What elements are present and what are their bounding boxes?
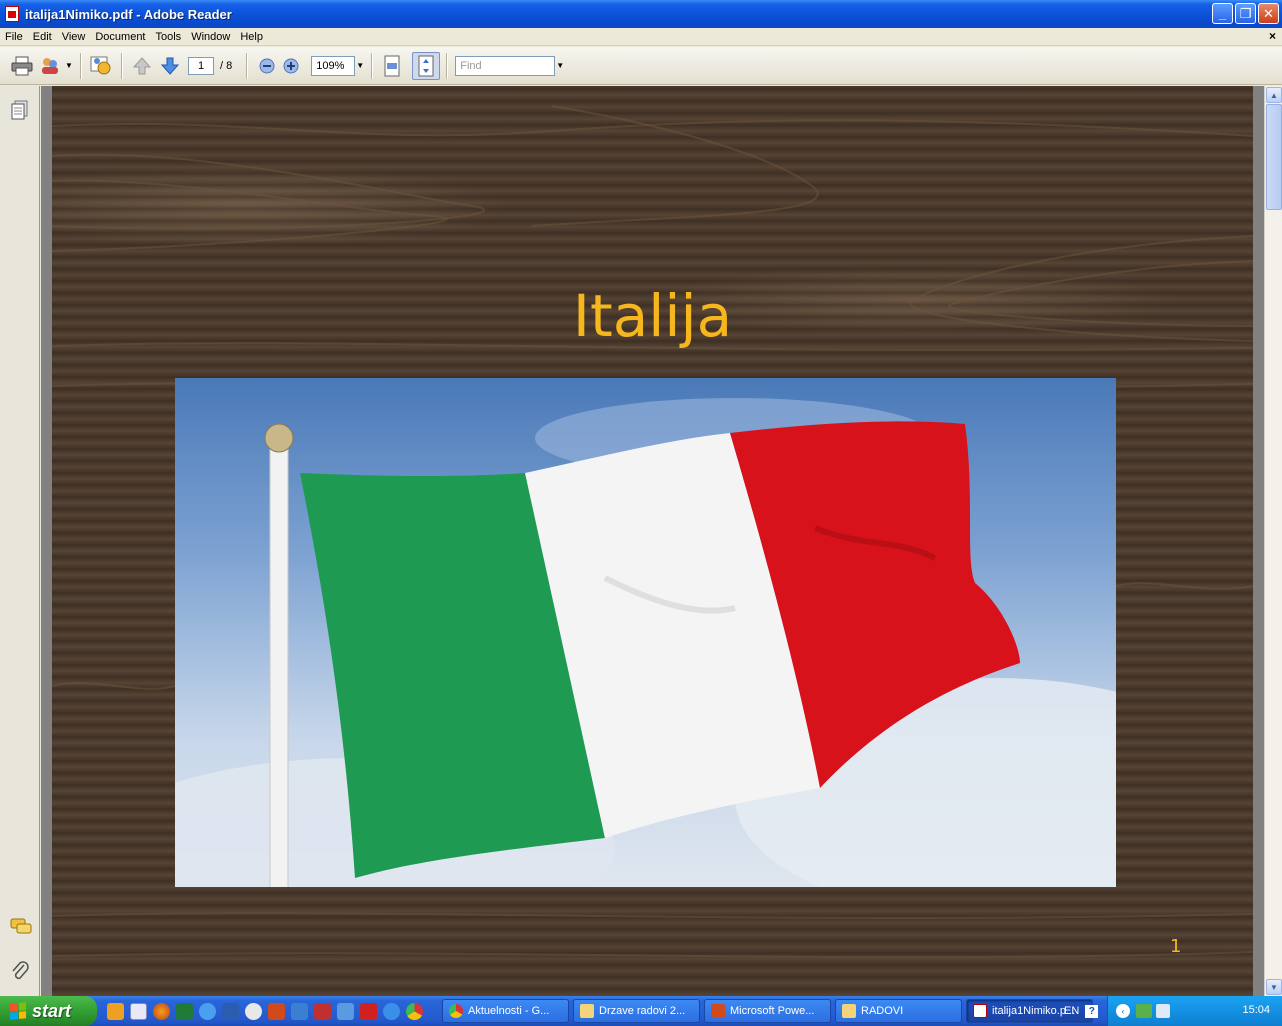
italian-flag-photo [175, 378, 1116, 887]
acrobat-icon[interactable] [360, 1002, 377, 1020]
system-tray: EN ? ‹ 15:04 [1064, 996, 1282, 1026]
fit-width-icon[interactable] [378, 52, 406, 80]
scroll-thumb[interactable] [1266, 104, 1282, 210]
document-view[interactable]: Italija 1 [41, 86, 1264, 996]
internet-explorer-icon[interactable] [383, 1002, 400, 1020]
chevron-down-icon[interactable]: ▼ [355, 56, 365, 76]
toolbar: ▼ 1 / 8 109% ▼ Find ▼ [0, 47, 1282, 85]
navigation-pane [0, 86, 40, 996]
chrome-icon[interactable] [406, 1002, 423, 1020]
fit-page-icon[interactable] [412, 51, 441, 80]
folder-icon [842, 1004, 856, 1018]
toolbar-separator [371, 52, 373, 79]
calculator-icon[interactable] [314, 1002, 331, 1020]
network-icon[interactable] [1136, 1004, 1152, 1018]
pages-icon[interactable] [10, 100, 30, 120]
taskbar-item-label: Aktuelnosti - G... [468, 1005, 550, 1017]
page-number-input[interactable]: 1 [188, 56, 214, 75]
window-controls: _ ❐ ✕ [1212, 3, 1279, 24]
toolbar-separator [446, 52, 448, 79]
menu-view[interactable]: View [57, 31, 91, 43]
language-label: EN [1064, 1005, 1080, 1017]
messenger-icon[interactable] [107, 1002, 124, 1020]
taskbar-item-label: Microsoft Powe... [730, 1005, 815, 1017]
attachments-icon[interactable] [10, 960, 30, 980]
word-icon[interactable] [222, 1002, 239, 1020]
folder-icon [580, 1004, 594, 1018]
media-player-icon[interactable] [245, 1002, 262, 1020]
vertical-scrollbar[interactable]: ▲ ▼ [1264, 86, 1282, 996]
collaborate-icon[interactable] [36, 52, 64, 80]
menu-bar: File Edit View Document Tools Window Hel… [0, 28, 1282, 46]
pdf-page: Italija 1 [52, 86, 1253, 996]
outlook-icon[interactable] [130, 1002, 147, 1020]
taskbar-item-chrome[interactable]: Aktuelnosti - G... [442, 999, 569, 1023]
toolbar-separator [121, 52, 122, 79]
menu-tools[interactable]: Tools [151, 31, 187, 43]
chevron-down-icon[interactable]: ▼ [64, 56, 74, 76]
scroll-down-icon[interactable]: ▼ [1266, 979, 1282, 995]
firefox-icon[interactable] [153, 1002, 170, 1020]
chrome-icon [449, 1004, 463, 1018]
toolbar-separator [246, 52, 248, 79]
menu-help[interactable]: Help [235, 31, 268, 43]
help-icon[interactable]: ? [1085, 1004, 1099, 1018]
taskbar-item-label: RADOVI [861, 1005, 904, 1017]
restore-button[interactable]: ❐ [1235, 3, 1256, 24]
menu-window[interactable]: Window [186, 31, 235, 43]
print-icon[interactable] [8, 52, 36, 80]
taskbar-item-folder[interactable]: Drzave radovi 2... [573, 999, 700, 1023]
volume-icon[interactable] [1156, 1004, 1170, 1018]
windows-taskbar: start Aktuelnosti - G... Drzave radovi 2… [0, 996, 1282, 1026]
chevron-down-icon[interactable]: ▼ [555, 56, 565, 76]
windows-logo-icon [10, 1002, 26, 1020]
powerpoint-icon [711, 1004, 725, 1018]
zoom-in-icon[interactable] [277, 52, 305, 80]
page-total: / 8 [220, 59, 233, 72]
taskbar-item-label: Drzave radovi 2... [599, 1005, 686, 1017]
slide-number: 1 [1170, 936, 1182, 957]
menu-edit[interactable]: Edit [28, 31, 57, 43]
menu-file[interactable]: File [0, 31, 28, 43]
excel-icon[interactable] [176, 1002, 193, 1020]
secure-icon[interactable] [87, 52, 115, 80]
adobe-reader-icon [5, 6, 19, 22]
start-button[interactable]: start [0, 996, 97, 1026]
publisher-icon[interactable] [291, 1002, 308, 1020]
language-indicator[interactable]: EN ? [1056, 996, 1108, 1026]
slide-title: Italija [572, 282, 733, 350]
tray-arrow-icon[interactable]: ‹ [1116, 1004, 1130, 1018]
close-button[interactable]: ✕ [1258, 3, 1279, 24]
paint-icon[interactable] [337, 1002, 354, 1020]
powerpoint-icon[interactable] [268, 1002, 285, 1020]
menu-document[interactable]: Document [90, 31, 150, 43]
taskbar-item-radovi[interactable]: RADOVI [835, 999, 962, 1023]
document-close-button[interactable]: × [1269, 29, 1276, 43]
find-input[interactable]: Find [455, 55, 556, 76]
zoom-level-select[interactable]: 109% [311, 55, 356, 76]
window-title: italija1Nimiko.pdf - Adobe Reader [25, 6, 232, 22]
title-bar[interactable]: italija1Nimiko.pdf - Adobe Reader _ ❐ ✕ [0, 0, 1282, 28]
scroll-up-icon[interactable]: ▲ [1266, 87, 1282, 103]
next-page-icon[interactable] [156, 52, 184, 80]
start-label: start [32, 1000, 72, 1021]
toolbar-separator [80, 52, 81, 79]
taskbar-item-powerpoint[interactable]: Microsoft Powe... [704, 999, 831, 1023]
italian-flag-image [175, 398, 1116, 887]
pdf-icon [973, 1004, 987, 1018]
minimize-button[interactable]: _ [1212, 3, 1233, 24]
internet-explorer-icon[interactable] [199, 1002, 216, 1020]
quick-launch [97, 1002, 442, 1020]
clock: 15:04 [1242, 1004, 1270, 1016]
comments-icon[interactable] [10, 918, 32, 938]
previous-page-icon[interactable] [128, 52, 156, 80]
